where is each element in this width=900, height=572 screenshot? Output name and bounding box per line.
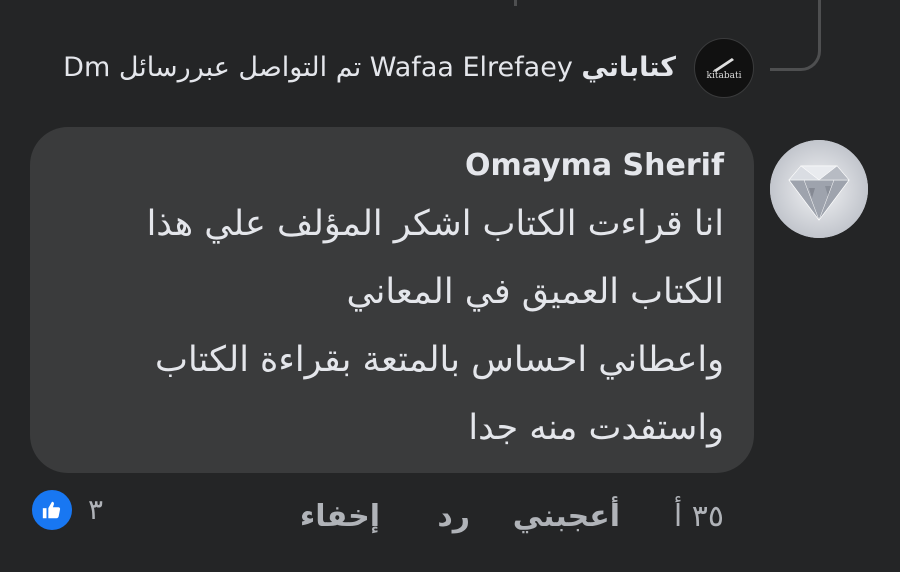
comment-line: واستفدت منه جدا <box>468 408 724 448</box>
reply-text: Wafaa Elrefaey تم التواصل عبررسائل Dm <box>63 52 573 83</box>
comment-line: واعطاني احساس بالمتعة بقراءة الكتاب <box>155 340 724 380</box>
comment-author[interactable]: Omayma Sherif <box>465 144 724 188</box>
thumbs-up-icon <box>42 501 61 519</box>
reply-line: كتاباتي Wafaa Elrefaey تم التواصل عبررسا… <box>63 48 676 88</box>
like-button[interactable]: أعجبني <box>513 492 620 542</box>
reply-button[interactable]: رد <box>437 492 470 542</box>
reply-page-name[interactable]: كتاباتي <box>581 52 676 83</box>
comment-body: انا قراءت الكتاب اشكر المؤلف علي هذا الك… <box>84 190 724 462</box>
page-avatar-logo-text: kitabati <box>706 71 742 81</box>
comment-line: الكتاب العميق في المعاني <box>346 272 724 312</box>
diamond-avatar-icon <box>770 140 868 238</box>
hide-button[interactable]: إخفاء <box>300 492 380 542</box>
comment-timestamp[interactable]: ٣٥ أ <box>674 492 724 542</box>
comment-line: انا قراءت الكتاب اشكر المؤلف علي هذا <box>146 204 724 244</box>
like-reaction-icon <box>30 488 74 532</box>
reaction-count: ٣ <box>88 493 104 526</box>
thread-line-top <box>514 0 525 6</box>
page-avatar[interactable]: kitabati <box>694 38 754 98</box>
reactions-summary[interactable]: ٣ <box>30 488 103 532</box>
commenter-avatar[interactable] <box>770 140 868 238</box>
thread-connector <box>770 0 821 71</box>
